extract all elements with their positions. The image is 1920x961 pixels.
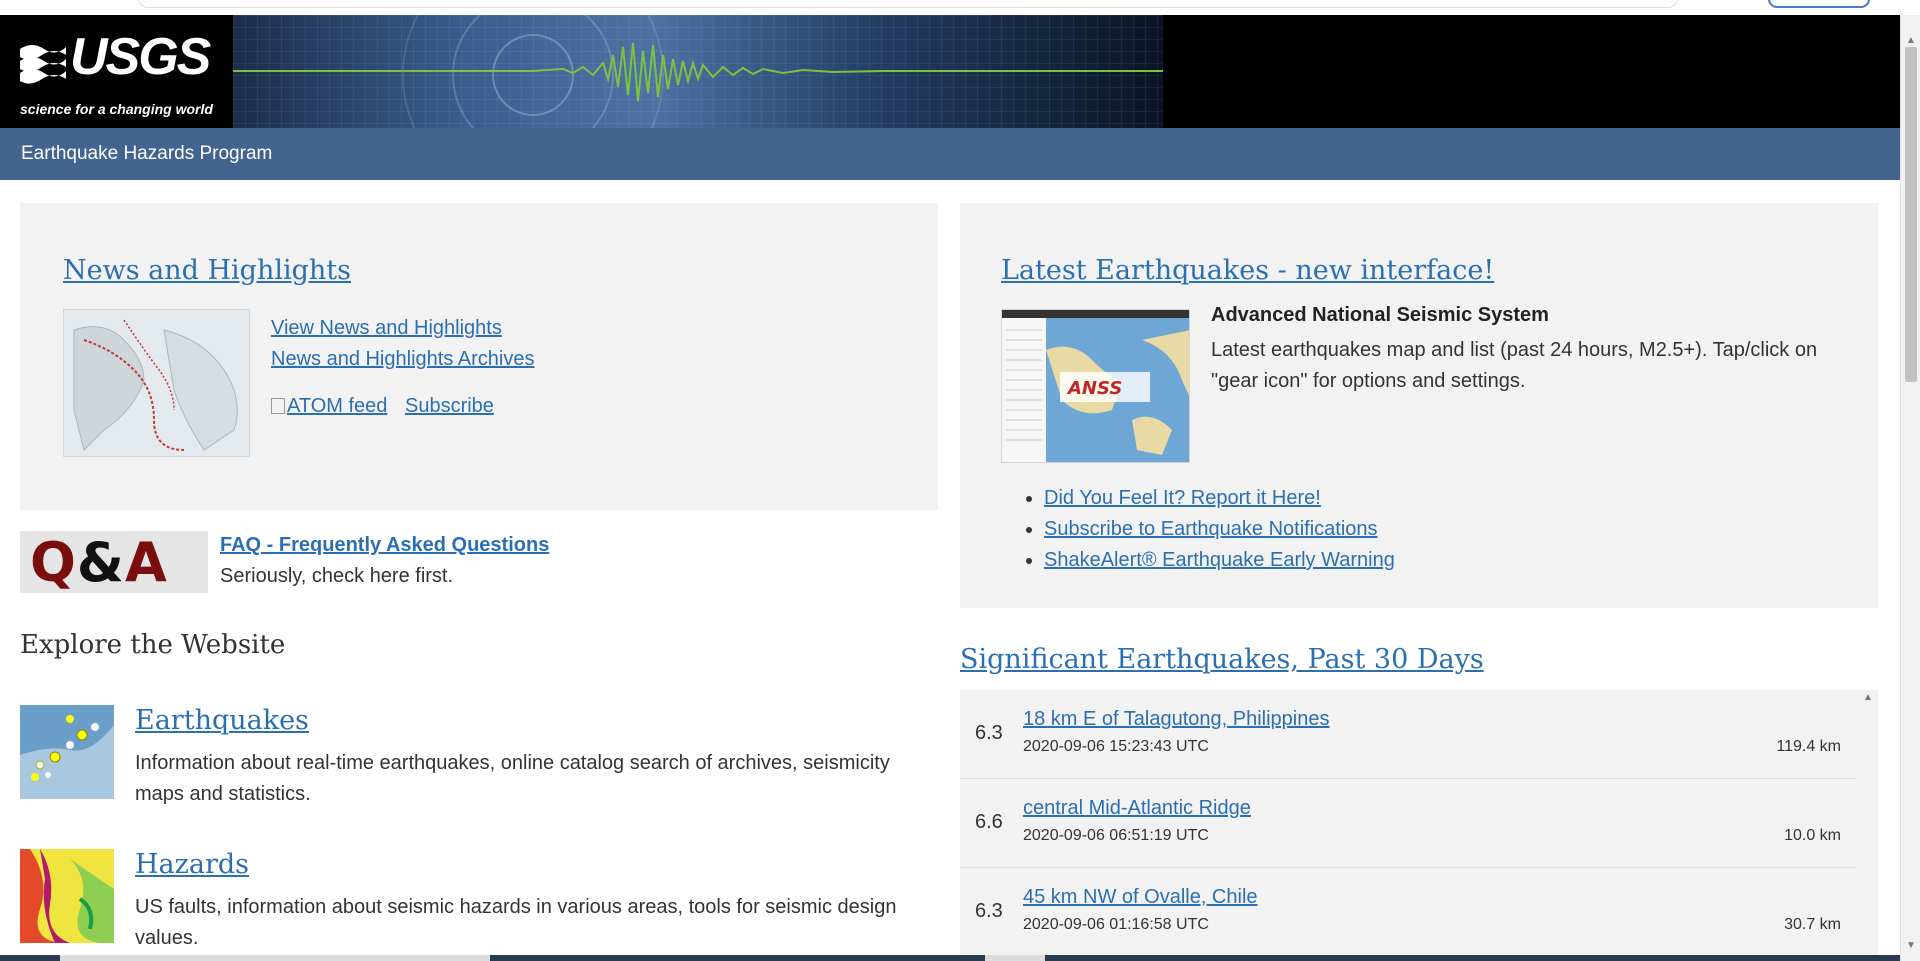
horizontal-scroll-thumb[interactable]	[60, 955, 490, 961]
atom-feed-label: ATOM feed	[287, 395, 388, 417]
earthquake-time: 2020-09-06 01:16:58 UTC	[1023, 916, 1209, 933]
atom-feed-link[interactable]: ATOM feed	[271, 395, 387, 417]
view-news-link[interactable]: View News and Highlights	[271, 317, 502, 339]
earthquake-place-link[interactable]: 18 km E of Talagutong, Philippines	[1023, 708, 1330, 731]
broken-image-icon	[271, 398, 285, 414]
list-item: ShakeAlert® Earthquake Early Warning	[1044, 545, 1395, 576]
earthquake-time: 2020-09-06 06:51:19 UTC	[1023, 827, 1209, 844]
hazards-link[interactable]: Hazards	[135, 849, 249, 880]
horizontal-scrollbar[interactable]	[0, 955, 1900, 961]
shakealert-link[interactable]: ShakeAlert® Earthquake Early Warning	[1044, 549, 1395, 571]
scroll-thumb[interactable]	[1905, 47, 1917, 382]
anss-title: Advanced National Seismic System	[1211, 304, 1549, 326]
profile-button[interactable]	[1768, 0, 1870, 8]
horizontal-scroll-thumb-secondary	[985, 955, 1045, 961]
hazards-thumbnail[interactable]	[20, 849, 114, 943]
significant-earthquakes-link[interactable]: Significant Earthquakes, Past 30 Days	[960, 644, 1484, 675]
magnitude: 6.3	[975, 722, 1003, 744]
list-scroll-up-arrow-icon[interactable]: ▲	[1863, 692, 1873, 703]
program-name[interactable]: Earthquake Hazards Program	[21, 143, 272, 165]
list-scrollbar[interactable]: ▲	[1858, 690, 1878, 961]
feed-links: ATOM feed Subscribe	[271, 395, 506, 418]
table-row[interactable]: 6.3 18 km E of Talagutong, Philippines 2…	[960, 690, 1857, 779]
list-item: Did You Feel It? Report it Here!	[1044, 483, 1395, 514]
earthquakes-description: Information about real-time earthquakes,…	[135, 752, 890, 805]
earthquake-place-link[interactable]: central Mid-Atlantic Ridge	[1023, 797, 1251, 820]
significant-earthquakes-list: 6.3 18 km E of Talagutong, Philippines 2…	[960, 690, 1878, 961]
logo-wordmark: USGS	[70, 28, 211, 86]
earthquakes-heading: Earthquakes	[135, 705, 309, 736]
hazards-heading: Hazards	[135, 849, 249, 880]
scroll-down-arrow-icon[interactable]: ▼	[1906, 940, 1916, 951]
significant-earthquakes-title: Significant Earthquakes, Past 30 Days	[960, 644, 1484, 675]
latest-earthquakes-link[interactable]: Latest Earthquakes - new interface!	[1001, 255, 1494, 286]
earthquake-place-link[interactable]: 45 km NW of Ovalle, Chile	[1023, 886, 1258, 909]
earthquakes-thumbnail[interactable]	[20, 705, 114, 799]
usgs-waves-icon	[20, 45, 66, 84]
latest-earthquakes-links: Did You Feel It? Report it Here! Subscri…	[1044, 483, 1395, 576]
magnitude: 6.6	[975, 811, 1003, 833]
magnitude: 6.3	[975, 900, 1003, 922]
seismogram-banner	[233, 15, 1163, 128]
news-title: News and Highlights	[63, 255, 351, 286]
anss-description: Latest earthquakes map and list (past 24…	[1211, 339, 1818, 392]
earthquake-time: 2020-09-06 15:23:43 UTC	[1023, 738, 1209, 755]
earthquake-depth: 10.0 km	[1784, 827, 1841, 844]
site-header: USGS science for a changing world	[0, 15, 1900, 128]
news-map-thumbnail[interactable]	[63, 309, 250, 457]
anss-logo-text: ANSS	[1066, 378, 1122, 399]
explore-title: Explore the Website	[20, 630, 286, 660]
faq-link[interactable]: FAQ - Frequently Asked Questions	[220, 534, 549, 557]
news-title-link[interactable]: News and Highlights	[63, 255, 351, 286]
usgs-logo[interactable]: USGS science for a changing world	[18, 28, 218, 120]
browser-chrome-strip	[0, 0, 1920, 15]
dyfi-link[interactable]: Did You Feel It? Report it Here!	[1044, 487, 1321, 509]
news-archives-link[interactable]: News and Highlights Archives	[271, 348, 534, 370]
notifications-link[interactable]: Subscribe to Earthquake Notifications	[1044, 518, 1378, 540]
hazards-description: US faults, information about seismic haz…	[135, 896, 897, 949]
scroll-up-arrow-icon[interactable]: ▲	[1906, 35, 1916, 46]
faq-subtitle: Seriously, check here first.	[220, 565, 454, 587]
latest-earthquakes-panel: Latest Earthquakes - new interface! ANSS…	[960, 203, 1878, 608]
program-bar: Earthquake Hazards Program	[0, 128, 1900, 180]
qa-image[interactable]: Q&A	[20, 531, 208, 593]
latest-earthquakes-title: Latest Earthquakes - new interface!	[1001, 255, 1494, 286]
page-scrollbar[interactable]: ▲ ▼	[1900, 15, 1920, 961]
earthquake-depth: 30.7 km	[1784, 916, 1841, 933]
earthquake-depth: 119.4 km	[1776, 738, 1841, 755]
table-row[interactable]: 6.6 central Mid-Atlantic Ridge 2020-09-0…	[960, 779, 1857, 868]
logo-tagline: science for a changing world	[20, 101, 213, 117]
subscribe-link[interactable]: Subscribe	[405, 395, 494, 417]
earthquakes-link[interactable]: Earthquakes	[135, 705, 309, 736]
list-item: Subscribe to Earthquake Notifications	[1044, 514, 1395, 545]
table-row[interactable]: 6.3 45 km NW of Ovalle, Chile 2020-09-06…	[960, 868, 1857, 957]
address-bar[interactable]	[138, 0, 1678, 8]
latest-earthquakes-screenshot[interactable]: ANSS	[1001, 309, 1190, 463]
qa-image-text: Q&A	[30, 531, 168, 593]
news-panel: News and Highlights View News and Highli…	[20, 203, 938, 510]
news-links: View News and Highlights News and Highli…	[271, 313, 534, 375]
